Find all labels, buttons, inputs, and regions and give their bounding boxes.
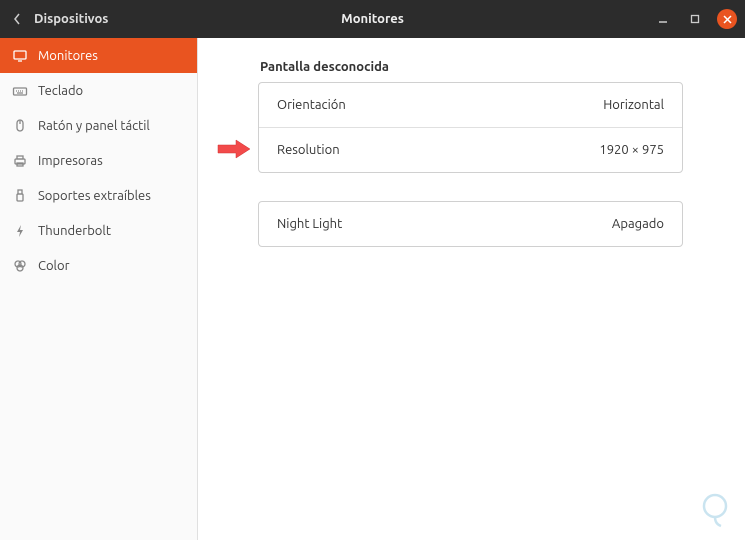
monitor-icon <box>12 48 28 64</box>
window-controls <box>653 9 737 29</box>
sidebar-item-monitores[interactable]: Monitores <box>0 38 197 73</box>
sidebar-item-thunderbolt[interactable]: Thunderbolt <box>0 213 197 248</box>
sidebar-item-label: Teclado <box>38 84 83 98</box>
usb-icon <box>12 188 28 204</box>
sidebar: Monitores Teclado Ratón y panel táctil I… <box>0 38 198 540</box>
sidebar-item-color[interactable]: Color <box>0 248 197 283</box>
main-area: Monitores Teclado Ratón y panel táctil I… <box>0 38 745 540</box>
sidebar-item-label: Monitores <box>38 49 98 63</box>
sidebar-item-impresoras[interactable]: Impresoras <box>0 143 197 178</box>
resolution-row[interactable]: Resolution 1920 × 975 <box>259 127 682 172</box>
sidebar-item-label: Impresoras <box>38 154 103 168</box>
keyboard-icon <box>12 83 28 99</box>
sidebar-item-label: Color <box>38 259 70 273</box>
sidebar-item-raton[interactable]: Ratón y panel táctil <box>0 108 197 143</box>
nightlight-label: Night Light <box>277 217 342 231</box>
nightlight-row[interactable]: Night Light Apagado <box>259 202 682 246</box>
printer-icon <box>12 153 28 169</box>
sidebar-item-soportes[interactable]: Soportes extraíbles <box>0 178 197 213</box>
content-area: Pantalla desconocida Orientación Horizon… <box>198 38 745 540</box>
section-title: Pantalla desconocida <box>260 60 715 74</box>
orientation-row[interactable]: Orientación Horizontal <box>259 83 682 127</box>
orientation-label: Orientación <box>277 98 346 112</box>
nightlight-value: Apagado <box>612 217 664 231</box>
close-button[interactable] <box>717 9 737 29</box>
orientation-value: Horizontal <box>603 98 664 112</box>
mouse-icon <box>12 118 28 134</box>
sidebar-item-teclado[interactable]: Teclado <box>0 73 197 108</box>
display-settings-panel: Orientación Horizontal Resolution 1920 ×… <box>258 82 683 173</box>
sidebar-item-label: Ratón y panel táctil <box>38 119 150 133</box>
watermark-icon <box>695 490 735 534</box>
resolution-value: 1920 × 975 <box>599 143 664 157</box>
window-section-title: Dispositivos <box>34 12 108 26</box>
thunderbolt-icon <box>12 223 28 239</box>
color-icon <box>12 258 28 274</box>
resolution-label: Resolution <box>277 143 340 157</box>
window-title: Monitores <box>341 12 404 26</box>
maximize-button[interactable] <box>685 9 705 29</box>
back-button[interactable] <box>0 0 34 38</box>
nightlight-panel: Night Light Apagado <box>258 201 683 247</box>
arrow-annotation-icon <box>216 138 252 164</box>
sidebar-item-label: Thunderbolt <box>38 224 111 238</box>
titlebar: Dispositivos Monitores <box>0 0 745 38</box>
minimize-button[interactable] <box>653 9 673 29</box>
sidebar-item-label: Soportes extraíbles <box>38 189 151 203</box>
